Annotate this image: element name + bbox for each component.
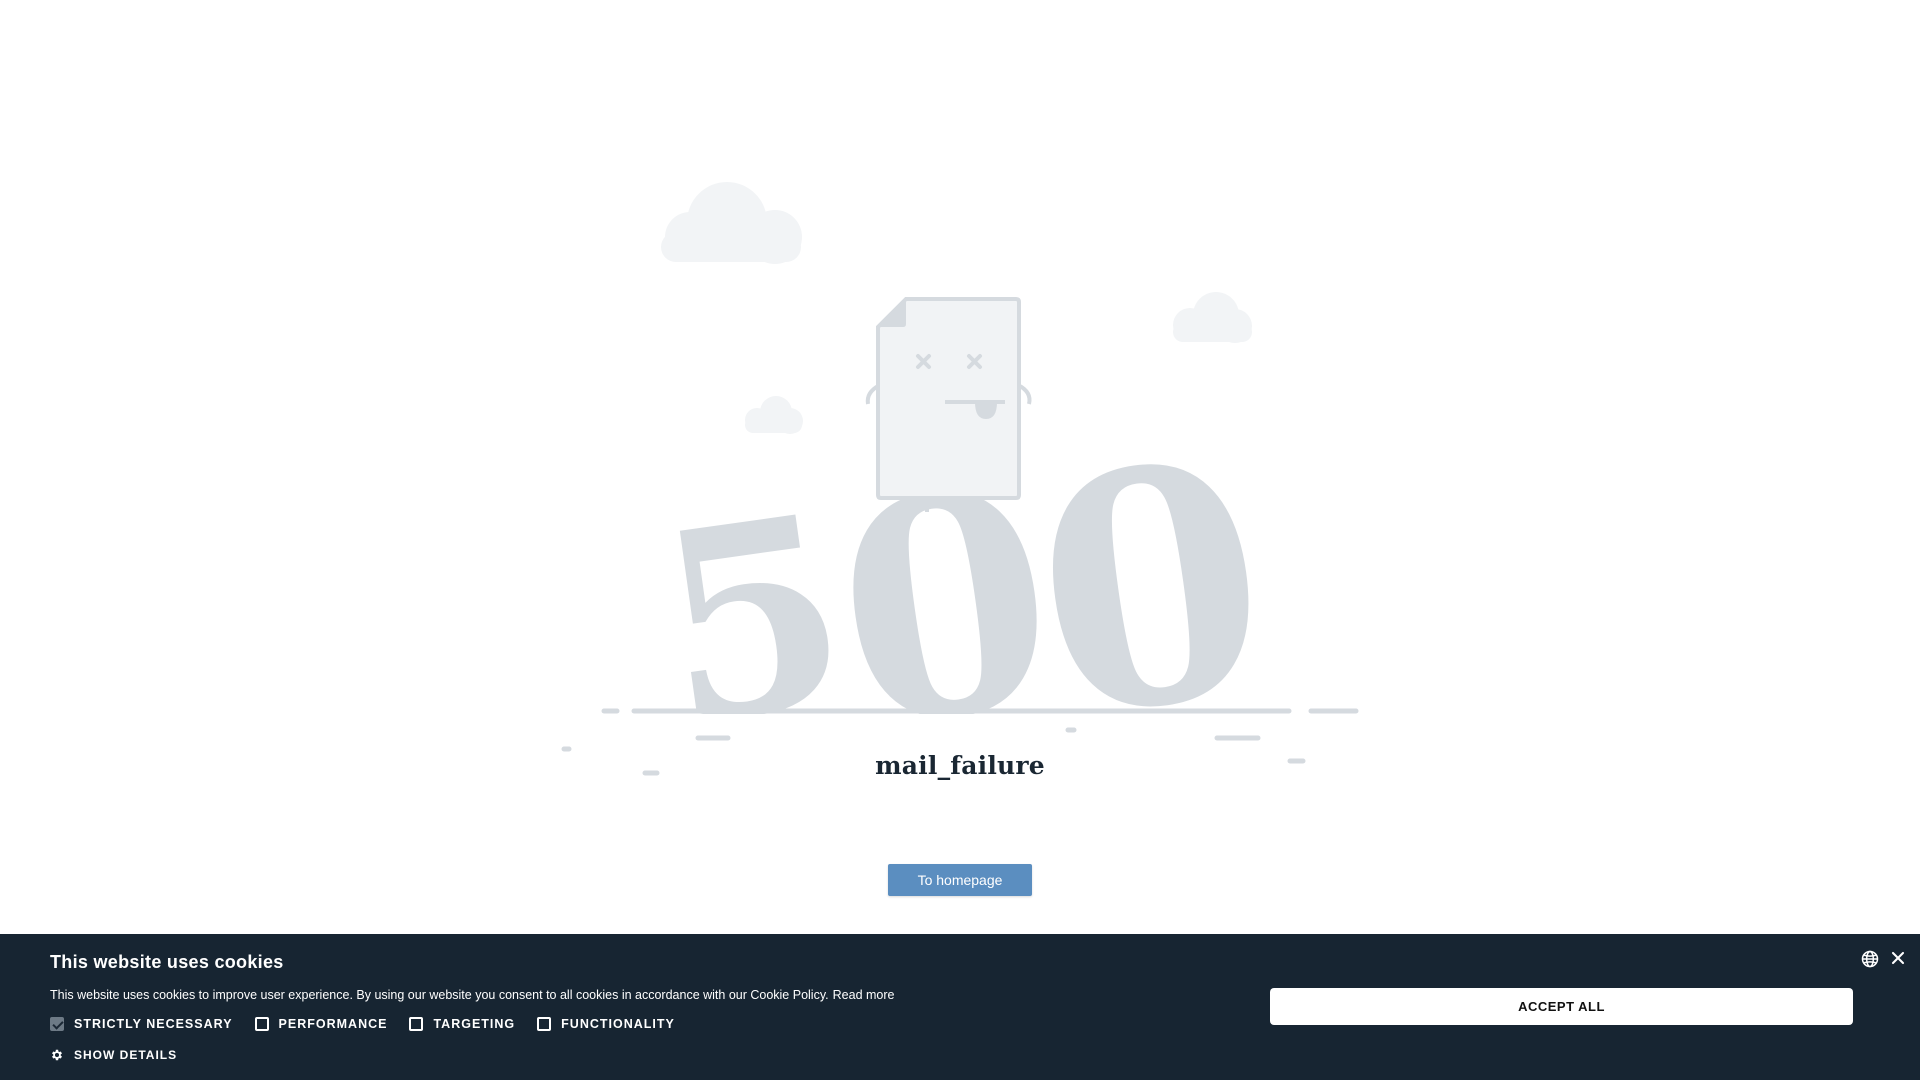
functionality-checkbox[interactable] bbox=[537, 1017, 552, 1031]
gear-icon bbox=[52, 1049, 62, 1061]
option-performance[interactable]: PERFORMANCE bbox=[254, 1017, 388, 1031]
cloud-icon bbox=[1173, 292, 1252, 343]
performance-checkbox[interactable] bbox=[254, 1017, 269, 1031]
cookie-options: STRICTLY NECESSARY PERFORMANCE TARGETING… bbox=[50, 1017, 697, 1031]
error-page: 5 0 0 mail_failure To homepage This webs… bbox=[0, 0, 1920, 1080]
option-label: TARGETING bbox=[433, 1017, 516, 1031]
read-more-link[interactable]: Read more bbox=[833, 988, 895, 1002]
option-label: STRICTLY NECESSARY bbox=[74, 1017, 233, 1031]
option-targeting[interactable]: TARGETING bbox=[409, 1017, 515, 1031]
accept-all-button[interactable]: ACCEPT ALL bbox=[1270, 988, 1853, 1025]
globe-icon[interactable] bbox=[1860, 949, 1880, 969]
strictly-necessary-checkbox[interactable] bbox=[50, 1017, 64, 1031]
show-details-toggle[interactable]: SHOW DETAILS bbox=[50, 1048, 177, 1062]
error-code-title: mail_failure bbox=[875, 751, 1045, 780]
cookie-description: This website uses cookies to improve use… bbox=[50, 988, 894, 1002]
option-strictly-necessary[interactable]: STRICTLY NECESSARY bbox=[50, 1017, 233, 1031]
close-icon[interactable] bbox=[1888, 948, 1908, 968]
cloud-icon bbox=[661, 182, 802, 264]
cloud-icon bbox=[745, 396, 803, 434]
paper-character-icon bbox=[865, 297, 1032, 512]
option-label: FUNCTIONALITY bbox=[561, 1017, 675, 1031]
targeting-checkbox[interactable] bbox=[409, 1017, 424, 1031]
show-details-label: SHOW DETAILS bbox=[74, 1048, 178, 1062]
to-homepage-button[interactable]: To homepage bbox=[888, 864, 1032, 896]
error-illustration: 5 0 0 bbox=[0, 182, 1920, 800]
cookie-description-text: This website uses cookies to improve use… bbox=[50, 988, 829, 1002]
option-label: PERFORMANCE bbox=[278, 1017, 388, 1031]
cookie-title: This website uses cookies bbox=[50, 952, 284, 972]
cookie-banner: This website uses cookies This website u… bbox=[0, 934, 1920, 1080]
option-functionality[interactable]: FUNCTIONALITY bbox=[537, 1017, 675, 1031]
